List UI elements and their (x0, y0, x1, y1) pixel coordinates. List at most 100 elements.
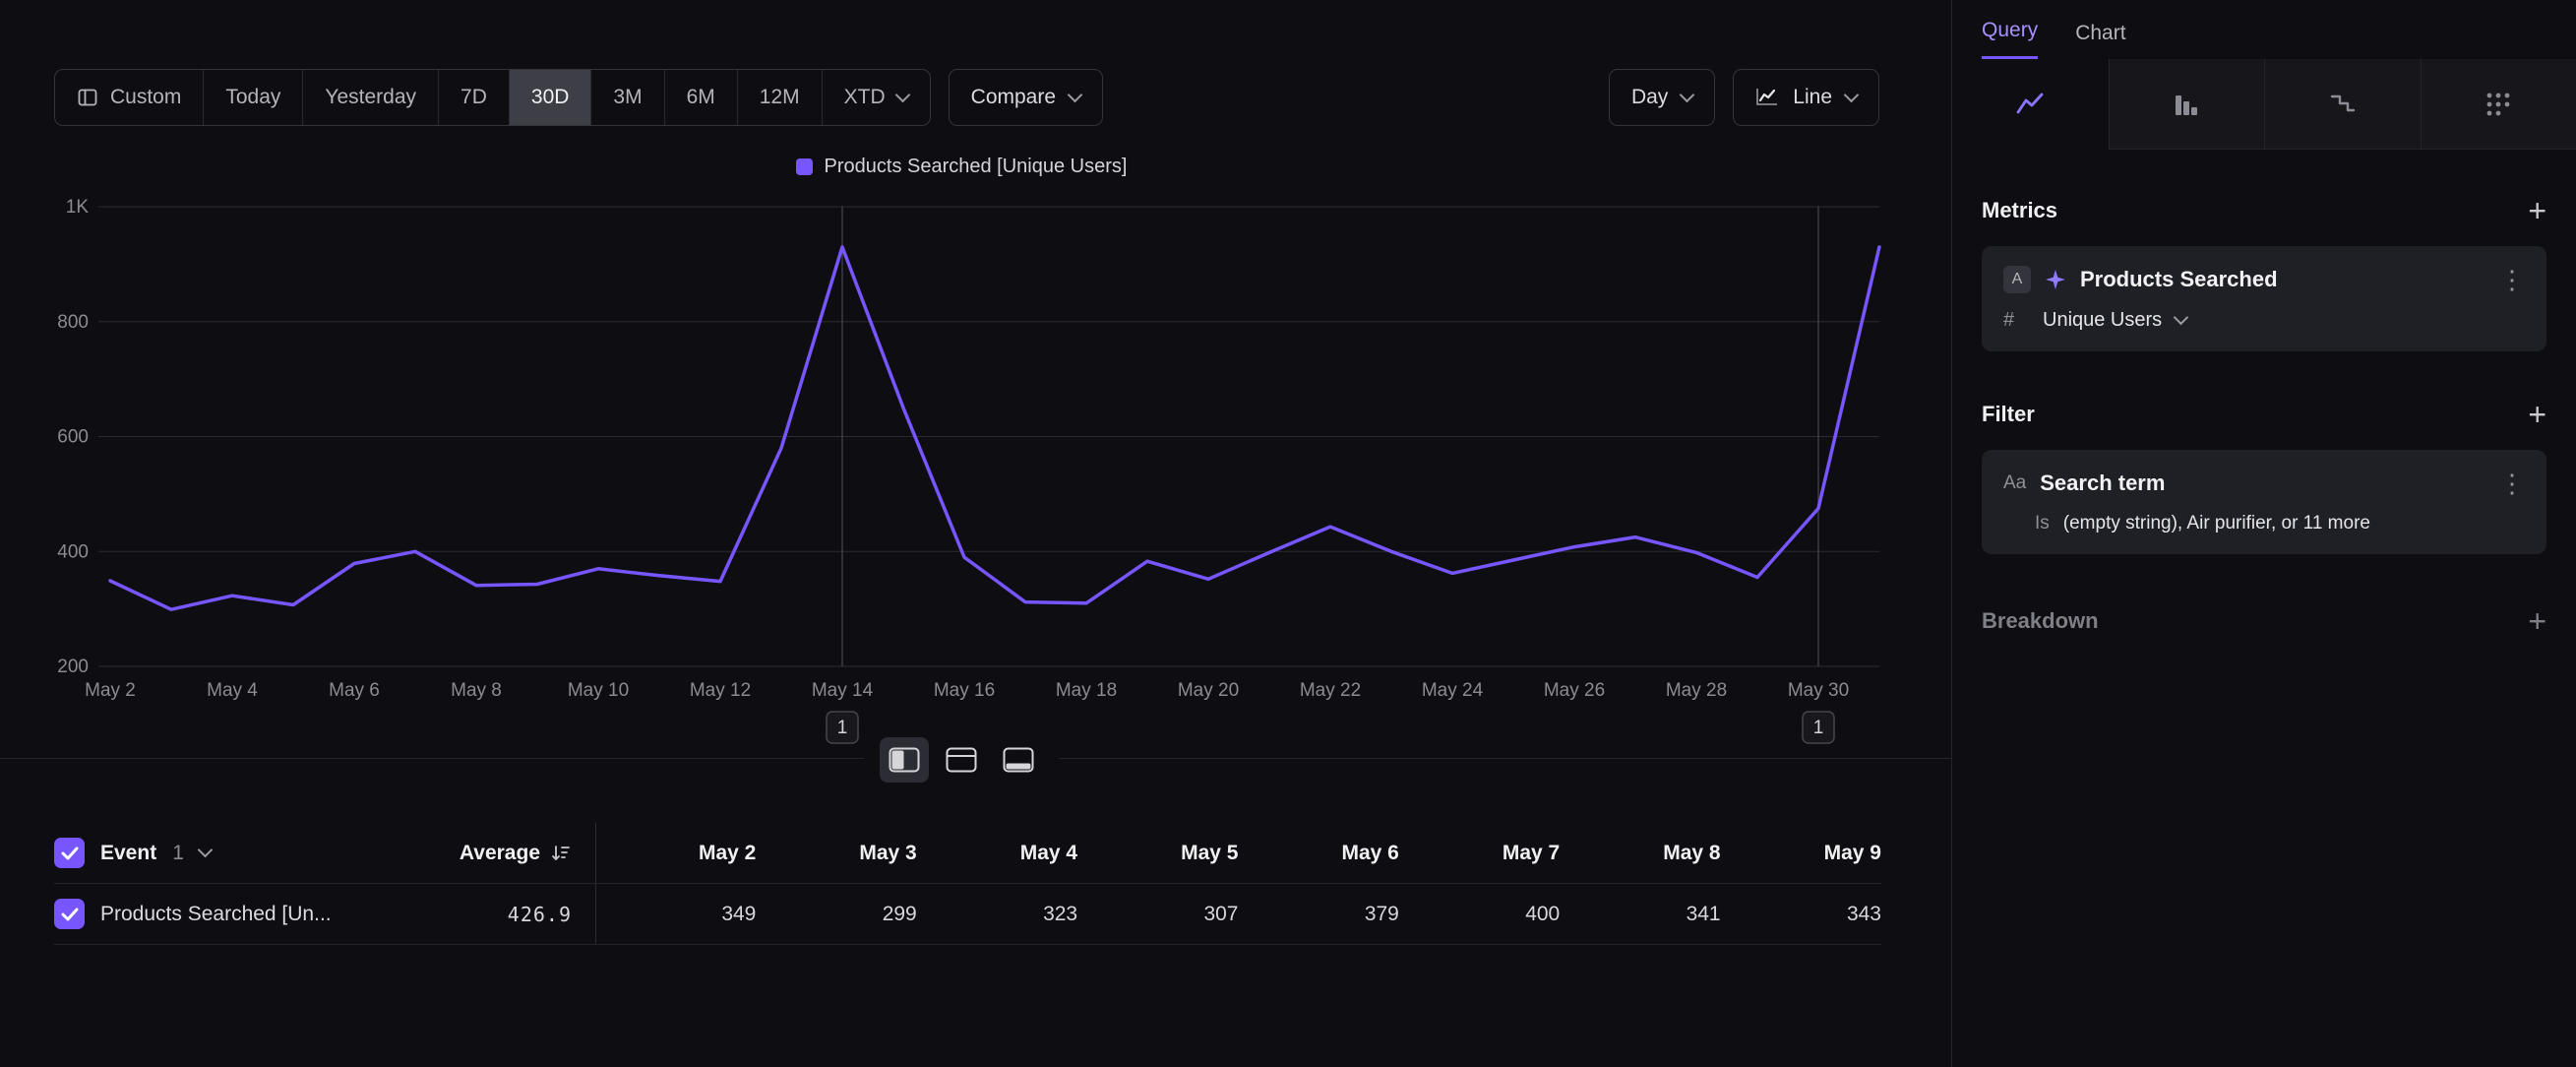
line-chart[interactable]: 2004006008001KMay 2May 4May 6May 8May 10… (41, 193, 1881, 764)
column-header-may-8[interactable]: May 8 (1560, 823, 1720, 883)
layout-split-vertical-button[interactable] (880, 737, 929, 783)
value-cell: 379 (1239, 884, 1399, 944)
table-row: Products Searched [Un... 426.9 349299323… (54, 884, 1881, 945)
date-preset-label: Custom (110, 86, 181, 109)
layout-toggle-group (864, 734, 1059, 785)
event-header-label: Event (100, 842, 156, 865)
event-count: 1 (172, 842, 184, 865)
string-type-badge: Aa (2003, 470, 2026, 497)
column-header-may-4[interactable]: May 4 (917, 823, 1077, 883)
svg-text:May 16: May 16 (934, 680, 995, 701)
date-preset-12m[interactable]: 12M (737, 70, 822, 125)
average-header-cell[interactable]: Average (399, 823, 595, 883)
compare-button[interactable]: Compare (949, 69, 1103, 126)
retention-steps-icon (2329, 92, 2357, 117)
value-cell: 307 (1077, 884, 1238, 944)
tab-query[interactable]: Query (1982, 19, 2038, 59)
metric-options-kebab-icon[interactable]: ⋮ (2499, 267, 2525, 292)
metric-card[interactable]: A Products Searched ⋮ # Unique Users (1982, 246, 2546, 351)
add-metric-button[interactable]: + (2528, 195, 2546, 226)
legend-swatch (796, 158, 813, 175)
report-type-retention-tab[interactable] (2264, 59, 2421, 150)
select-all-checkbox[interactable] (54, 838, 85, 868)
filter-property-name: Search term (2040, 471, 2485, 496)
column-header-may-6[interactable]: May 6 (1239, 823, 1399, 883)
svg-text:1K: 1K (66, 197, 90, 218)
report-type-funnels-tab[interactable] (2109, 59, 2265, 150)
date-preset-label: 3M (613, 86, 642, 109)
svg-text:May 10: May 10 (568, 680, 629, 701)
chart-legend[interactable]: Products Searched [Unique Users] (41, 156, 1881, 178)
row-label-cell: Products Searched [Un... (54, 884, 399, 944)
chevron-down-icon (198, 843, 214, 858)
column-header-may-9[interactable]: May 9 (1721, 823, 1881, 883)
svg-text:1: 1 (1813, 718, 1824, 738)
layout-split-horizontal-button[interactable] (937, 737, 986, 783)
svg-text:May 20: May 20 (1178, 680, 1239, 701)
filter-condition[interactable]: Is (empty string), Air purifier, or 11 m… (2003, 513, 2525, 534)
funnel-bars-icon (2173, 92, 2200, 117)
sparkle-icon (2045, 269, 2066, 290)
svg-text:May 8: May 8 (451, 680, 502, 701)
query-builder: Metrics + A Products Searched ⋮ # Unique… (1952, 150, 2576, 637)
insights-line-chart-icon (2015, 91, 2045, 118)
svg-text:800: 800 (57, 312, 89, 333)
compare-label: Compare (971, 86, 1056, 109)
date-preset-30d[interactable]: 30D (509, 70, 591, 125)
report-type-insights-tab[interactable] (1952, 59, 2109, 150)
filter-operator: Is (2035, 513, 2050, 534)
event-header-cell[interactable]: Event 1 (54, 823, 399, 883)
chevron-down-icon (1844, 87, 1860, 102)
metrics-title: Metrics (1982, 198, 2057, 223)
add-breakdown-button[interactable]: + (2528, 605, 2546, 637)
check-icon (61, 908, 79, 921)
value-cell: 341 (1560, 884, 1720, 944)
row-checkbox[interactable] (54, 899, 85, 929)
check-icon (61, 847, 79, 860)
metrics-section-header: Metrics + (1982, 195, 2546, 226)
granularity-button[interactable]: Day (1609, 69, 1715, 126)
bottom-panel-icon (1003, 747, 1034, 773)
column-header-may-5[interactable]: May 5 (1077, 823, 1238, 883)
layout-bottom-panel-button[interactable] (994, 737, 1043, 783)
chevron-down-icon (1680, 87, 1695, 102)
svg-text:May 2: May 2 (85, 680, 136, 701)
column-header-may-3[interactable]: May 3 (756, 823, 916, 883)
table-header-row: Event 1 Average May 2May 3May 4May 5May … (54, 823, 1881, 884)
svg-text:600: 600 (57, 427, 89, 448)
svg-text:May 4: May 4 (207, 680, 258, 701)
report-canvas: Custom TodayYesterday7D30D 3M 6M 12M XTD Comp… (0, 0, 1951, 1067)
sort-icon[interactable] (550, 843, 572, 864)
date-preset-yesterday[interactable]: Yesterday (302, 70, 438, 125)
chart-type-button[interactable]: Line (1733, 69, 1879, 126)
date-preset-6m[interactable]: 6M (664, 70, 737, 125)
split-vertical-icon (889, 747, 920, 773)
value-cell: 323 (917, 884, 1077, 944)
svg-text:May 12: May 12 (690, 680, 751, 701)
date-preset-custom[interactable]: Custom (55, 70, 203, 125)
svg-text:May 22: May 22 (1300, 680, 1361, 701)
filter-values: (empty string), Air purifier, or 11 more (2063, 513, 2370, 534)
metric-aggregation-selector[interactable]: # Unique Users (2003, 309, 2525, 332)
date-preset-today[interactable]: Today (203, 70, 302, 125)
tab-chart[interactable]: Chart (2075, 22, 2125, 59)
date-preset-label: 12M (760, 86, 800, 109)
breakdown-section-header: Breakdown + (1982, 605, 2546, 637)
column-header-may-7[interactable]: May 7 (1399, 823, 1560, 883)
date-preset-xtd[interactable]: XTD (822, 70, 930, 125)
svg-text:400: 400 (57, 541, 89, 562)
sidebar-tab-bar: Query Chart (1952, 0, 2576, 59)
chevron-down-icon (2174, 310, 2189, 326)
report-toolbar: Custom TodayYesterday7D30D 3M 6M 12M XTD Comp… (54, 69, 1879, 126)
date-preset-label: XTD (844, 86, 886, 109)
filter-options-kebab-icon[interactable]: ⋮ (2499, 471, 2525, 496)
filter-card[interactable]: Aa Search term ⋮ Is (empty string), Air … (1982, 450, 2546, 554)
date-preset-3m[interactable]: 3M (590, 70, 663, 125)
add-filter-button[interactable]: + (2528, 399, 2546, 430)
date-preset-7d[interactable]: 7D (438, 70, 509, 125)
svg-text:May 18: May 18 (1056, 680, 1117, 701)
column-header-may-2[interactable]: May 2 (595, 823, 756, 883)
metric-event-name: Products Searched (2080, 267, 2485, 292)
report-type-flows-tab[interactable] (2421, 59, 2576, 150)
date-preset-label: 6M (687, 86, 715, 109)
